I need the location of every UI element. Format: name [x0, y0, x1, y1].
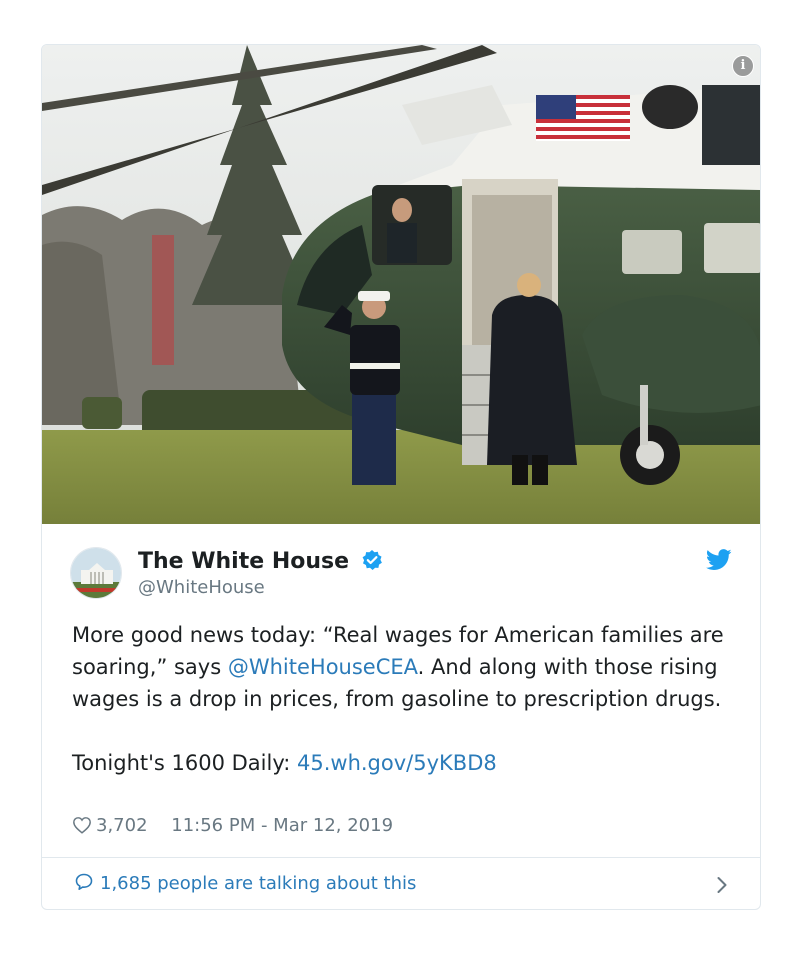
- talking-about-this-link[interactable]: 1,685 people are talking about this: [42, 858, 760, 909]
- speech-bubble-icon: [75, 873, 93, 890]
- like-button[interactable]: 3,702: [72, 815, 153, 836]
- helicopter-photo: [42, 45, 760, 524]
- like-count: 3,702: [96, 815, 148, 836]
- url-link[interactable]: 45.wh.gov/5yKBD8: [297, 751, 497, 775]
- embedded-tweet-card[interactable]: i The White House @WhiteHouse More good …: [41, 44, 761, 910]
- mention-link[interactable]: @WhiteHouseCEA: [228, 655, 418, 679]
- verified-badge-icon: [362, 550, 382, 570]
- talking-count-text: 1,685 people are talking about this: [100, 873, 417, 894]
- heart-icon: [73, 817, 91, 834]
- info-icon[interactable]: i: [732, 55, 754, 77]
- tweet-photo[interactable]: i: [42, 45, 760, 524]
- tweet-text-part: Tonight's 1600 Daily:: [72, 751, 297, 775]
- tweet-meta: 3,702 11:56 PM - Mar 12, 2019: [72, 815, 393, 836]
- tweet-text: More good news today: “Real wages for Am…: [72, 619, 742, 779]
- display-name-text: The White House: [138, 549, 350, 574]
- chevron-right-icon: [717, 877, 727, 893]
- tweet-paragraph: Tonight's 1600 Daily: 45.wh.gov/5yKBD8: [72, 747, 742, 779]
- tweet-paragraph: More good news today: “Real wages for Am…: [72, 619, 742, 715]
- tweet-header: The White House @WhiteHouse: [70, 547, 734, 601]
- white-house-avatar-image: [71, 548, 121, 598]
- user-handle[interactable]: @WhiteHouse: [138, 577, 265, 598]
- avatar[interactable]: [70, 547, 122, 599]
- tweet-timestamp[interactable]: 11:56 PM - Mar 12, 2019: [171, 815, 393, 836]
- display-name[interactable]: The White House: [138, 549, 383, 574]
- twitter-bird-icon[interactable]: [706, 549, 732, 571]
- talking-about-this: 1,685 people are talking about this: [74, 872, 416, 894]
